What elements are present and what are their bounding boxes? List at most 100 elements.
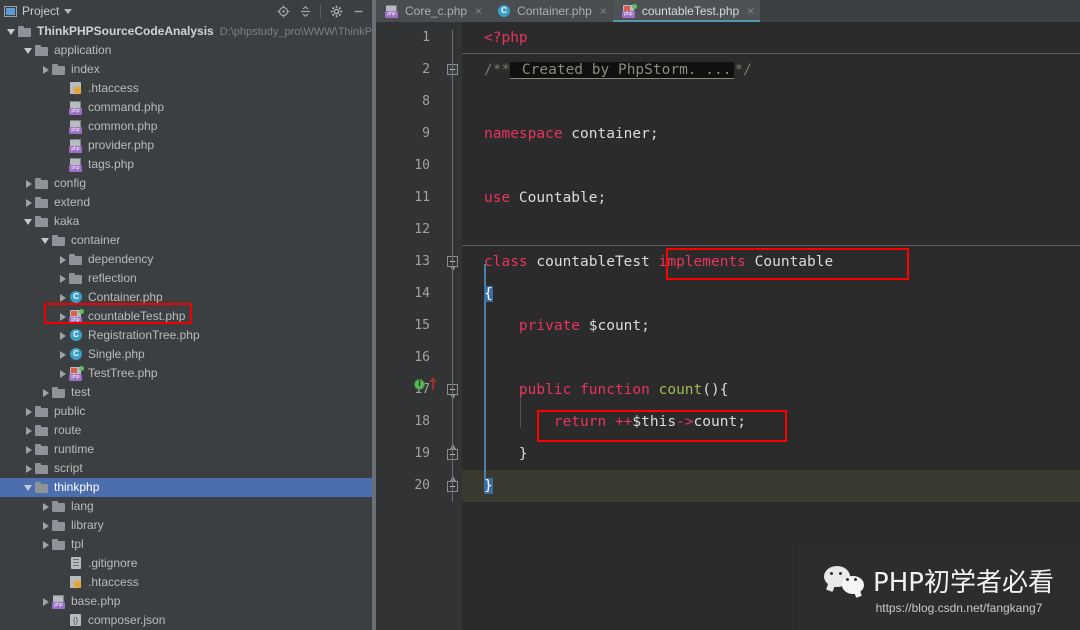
chevron-down-icon[interactable] [23, 482, 34, 493]
code-line-1[interactable]: <?php [462, 22, 1080, 54]
collapse-all-icon[interactable] [295, 2, 315, 20]
chevron-right-icon[interactable] [57, 254, 68, 265]
chevron-right-icon[interactable] [23, 425, 34, 436]
code-line-19[interactable]: } [462, 438, 1080, 470]
code-line-18[interactable]: return ++$this->count; [462, 406, 1080, 438]
tree-item-single-php[interactable]: Single.php [0, 345, 372, 364]
chevron-down-icon[interactable] [6, 26, 17, 37]
chevron-right-icon[interactable] [23, 197, 34, 208]
code-text[interactable]: <?php /** Created by PhpStorm. ... */ names… [462, 22, 1080, 630]
chevron-down-icon[interactable] [23, 216, 34, 227]
chevron-right-icon[interactable] [40, 539, 51, 550]
code-line-2[interactable]: /** Created by PhpStorm. ... */ [462, 54, 1080, 86]
editor-tab-core-c-php[interactable]: Core_c.php × [376, 0, 489, 22]
chevron-right-icon[interactable] [40, 387, 51, 398]
tree-item-config[interactable]: config [0, 174, 372, 193]
code-area[interactable]: <?php /** Created by PhpStorm. ... */ names… [376, 22, 1080, 630]
tree-item-extend[interactable]: extend [0, 193, 372, 212]
chevron-right-icon[interactable] [57, 368, 68, 379]
tree-item-route[interactable]: route [0, 421, 372, 440]
code-line-8[interactable] [462, 86, 1080, 118]
tree-item-library[interactable]: library [0, 516, 372, 535]
tree-item--gitignore[interactable]: .gitignore [0, 554, 372, 573]
tree-item-container[interactable]: container [0, 231, 372, 250]
chevron-down-icon[interactable] [40, 235, 51, 246]
chevron-right-icon[interactable] [40, 596, 51, 607]
project-tree[interactable]: ThinkPHPSourceCodeAnalysis D:\phpstudy_pr… [0, 22, 372, 630]
implementing-method-icon[interactable]: I [414, 379, 425, 390]
tree-item--htaccess[interactable]: .htaccess [0, 79, 372, 98]
tree-item-application[interactable]: application [0, 41, 372, 60]
tree-item-tags-php[interactable]: tags.php [0, 155, 372, 174]
tree-item-public[interactable]: public [0, 402, 372, 421]
folder-icon [34, 43, 50, 58]
tree-item-countabletest-php[interactable]: countableTest.php [0, 307, 372, 326]
code-line-12[interactable] [462, 214, 1080, 246]
editor-tab-countabletest-php[interactable]: countableTest.php × [612, 0, 761, 22]
chevron-down-icon[interactable] [64, 8, 73, 14]
gear-icon[interactable] [326, 2, 346, 20]
code-line-17[interactable]: public function count(){ [462, 374, 1080, 406]
tree-item-script[interactable]: script [0, 459, 372, 478]
tree-item-testtree-php[interactable]: TestTree.php [0, 364, 372, 383]
code-line-9[interactable]: namespace container; [462, 118, 1080, 150]
chevron-right-icon[interactable] [57, 330, 68, 341]
chevron-right-icon[interactable] [23, 444, 34, 455]
tree-item-provider-php[interactable]: provider.php [0, 136, 372, 155]
tree-item-command-php[interactable]: command.php [0, 98, 372, 117]
minimize-icon[interactable] [348, 2, 368, 20]
folder-icon [34, 442, 50, 457]
tree-item-container-php[interactable]: Container.php [0, 288, 372, 307]
chevron-right-icon[interactable] [23, 406, 34, 417]
tree-item-thinkphp[interactable]: thinkphp [0, 478, 372, 497]
fold-markers[interactable] [440, 22, 462, 630]
tree-item-thinkphpsourcecodeanalysis[interactable]: ThinkPHPSourceCodeAnalysis D:\phpstudy_pr… [0, 22, 372, 41]
tree-item-kaka[interactable]: kaka [0, 212, 372, 231]
chevron-right-icon[interactable] [40, 64, 51, 75]
tree-item-label: test [71, 385, 91, 399]
code-line-13[interactable]: class countableTest implements Countable [462, 246, 1080, 278]
editor-tabbar[interactable]: Core_c.php×Container.php×countableTest.p… [376, 0, 1080, 22]
chevron-right-icon[interactable] [40, 501, 51, 512]
close-icon[interactable]: × [600, 4, 607, 18]
editor-tab-container-php[interactable]: Container.php × [488, 0, 613, 22]
tree-item-index[interactable]: index [0, 60, 372, 79]
tree-item-common-php[interactable]: common.php [0, 117, 372, 136]
tree-item--htaccess[interactable]: .htaccess [0, 573, 372, 592]
locate-icon[interactable] [273, 2, 293, 20]
chevron-down-icon[interactable] [23, 45, 34, 56]
chevron-right-icon[interactable] [23, 463, 34, 474]
close-icon[interactable]: × [747, 4, 754, 18]
tree-item-runtime[interactable]: runtime [0, 440, 372, 459]
chevron-right-icon[interactable] [57, 273, 68, 284]
tree-item-reflection[interactable]: reflection [0, 269, 372, 288]
chevron-right-icon[interactable] [57, 292, 68, 303]
chevron-right-icon[interactable] [23, 178, 34, 189]
folded-comment[interactable]: Created by PhpStorm. ... [510, 62, 735, 79]
chevron-right-icon[interactable] [57, 349, 68, 360]
tree-item-label: RegistrationTree.php [88, 328, 200, 342]
php-file-icon [68, 138, 84, 153]
code-line-11[interactable]: use Countable; [462, 182, 1080, 214]
tree-item-test[interactable]: test [0, 383, 372, 402]
tree-item-label: kaka [54, 214, 80, 228]
tree-item-tpl[interactable]: tpl [0, 535, 372, 554]
project-tool-window-button[interactable]: Project [4, 4, 73, 18]
code-line-15[interactable]: private $count; [462, 310, 1080, 342]
close-icon[interactable]: × [475, 4, 482, 18]
chevron-right-icon[interactable] [40, 520, 51, 531]
tree-item-label: provider.php [88, 138, 155, 152]
code-line-14[interactable]: { [462, 278, 1080, 310]
tree-item-lang[interactable]: lang [0, 497, 372, 516]
code-line-16[interactable] [462, 342, 1080, 374]
code-line-20[interactable]: } [462, 470, 1080, 502]
tree-item-composer-json[interactable]: composer.json [0, 611, 372, 630]
code-line-10[interactable] [462, 150, 1080, 182]
overriding-method-icon[interactable] [428, 377, 437, 390]
project-label: Project [22, 4, 60, 18]
tree-item-registrationtree-php[interactable]: RegistrationTree.php [0, 326, 372, 345]
chevron-right-icon[interactable] [57, 311, 68, 322]
tree-item-dependency[interactable]: dependency [0, 250, 372, 269]
tree-item-base-php[interactable]: base.php [0, 592, 372, 611]
